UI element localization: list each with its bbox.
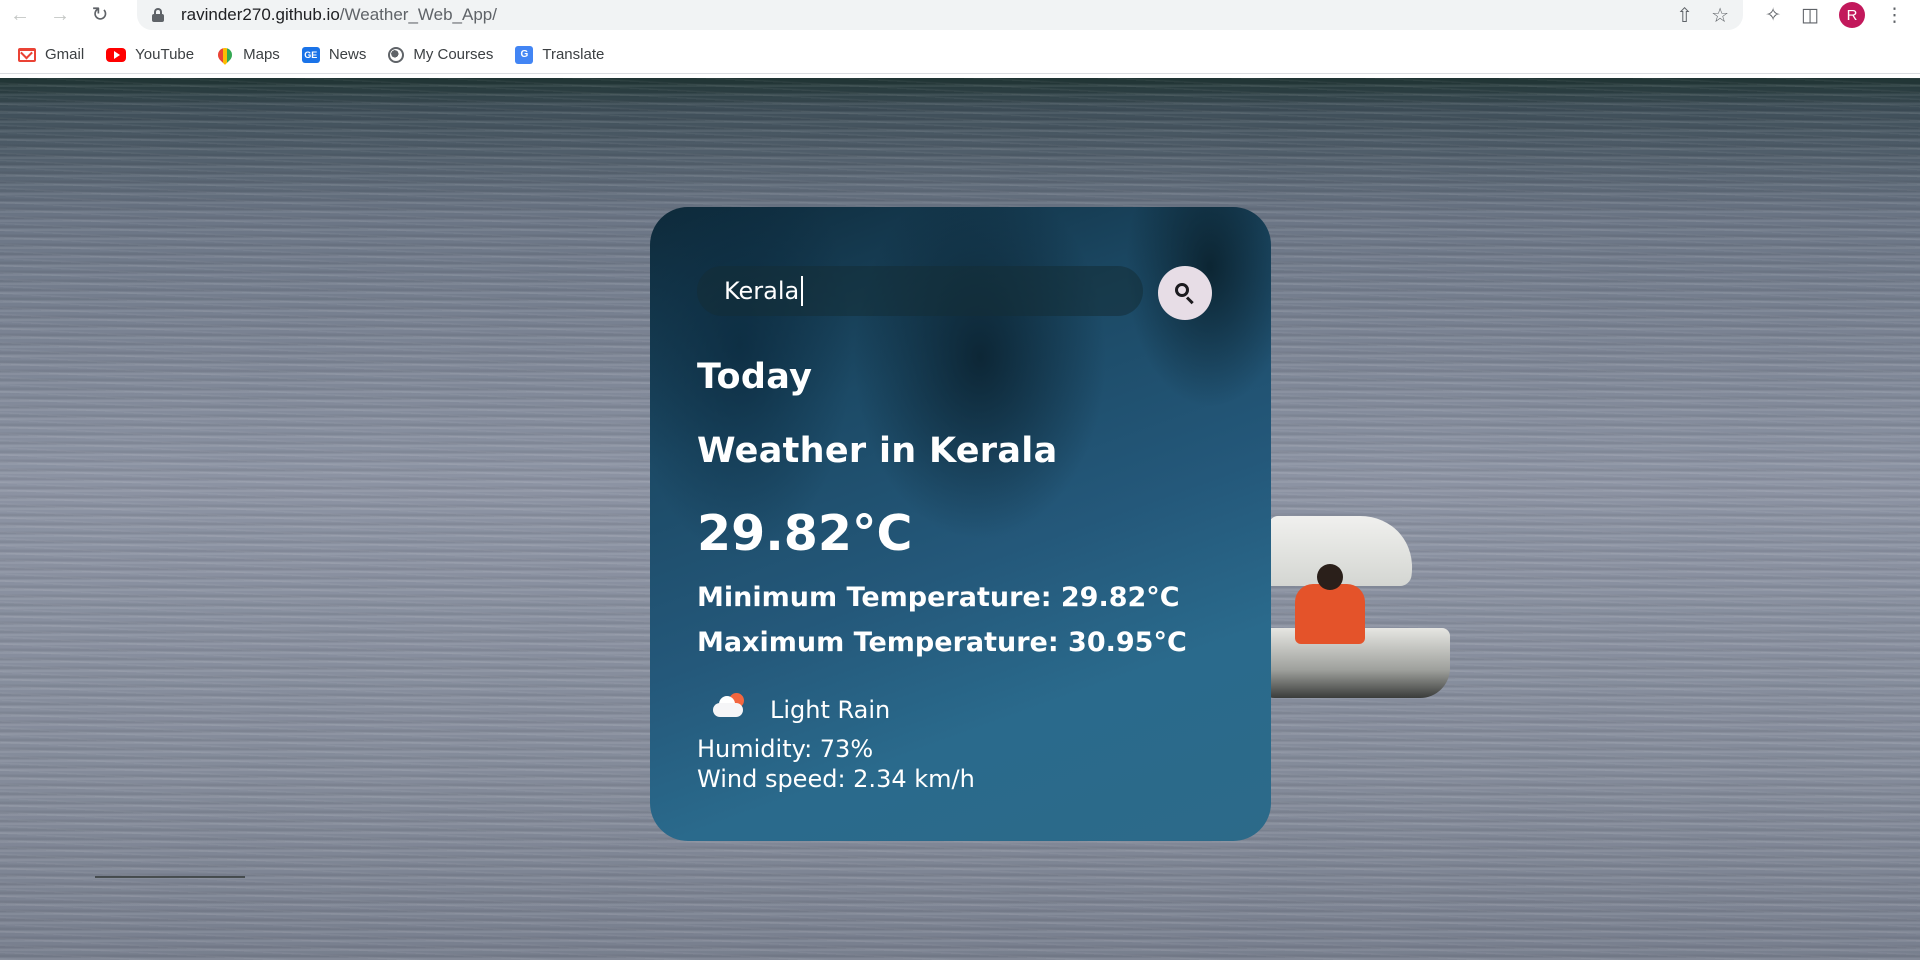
menu-icon[interactable]: ⋮ <box>1885 4 1904 27</box>
side-panel-icon[interactable]: ◫ <box>1801 4 1819 27</box>
max-temperature: Maximum Temperature: 30.95°C <box>697 627 1187 658</box>
star-icon[interactable]: ☆ <box>1711 3 1729 28</box>
bookmark-gmail[interactable]: Gmail <box>18 46 84 63</box>
today-heading: Today <box>697 357 813 397</box>
news-icon: GE <box>301 46 320 63</box>
profile-avatar[interactable]: R <box>1839 2 1865 28</box>
magnifier-icon <box>1175 283 1195 305</box>
bookmark-label: Gmail <box>45 46 85 63</box>
reeds-image <box>95 808 245 878</box>
bookmark-maps[interactable]: Maps <box>215 44 280 65</box>
min-temperature: Minimum Temperature: 29.82°C <box>697 582 1180 613</box>
bookmark-my-courses[interactable]: My Courses <box>388 46 493 63</box>
bookmark-label: Maps <box>243 46 280 63</box>
bookmark-translate[interactable]: G Translate <box>515 45 605 64</box>
cloud-sun-icon <box>709 691 749 725</box>
humidity: Humidity: 73% <box>697 735 874 763</box>
bookmark-news[interactable]: GE News <box>301 46 367 63</box>
city-heading: Weather in Kerala <box>697 431 1058 471</box>
search-bar <box>697 266 1237 320</box>
bookmark-label: My Courses <box>413 46 494 63</box>
address-bar[interactable]: ravinder270.github.io/Weather_Web_App/ ⇧… <box>137 0 1743 30</box>
reload-icon[interactable]: ↻ <box>80 0 120 30</box>
maps-icon <box>215 44 236 65</box>
url-path: /Weather_Web_App/ <box>339 5 497 24</box>
bookmark-label: Translate <box>542 46 605 63</box>
bookmark-youtube[interactable]: YouTube <box>106 46 194 63</box>
weather-description-row: Light Rain <box>697 685 1097 735</box>
share-icon[interactable]: ⇧ <box>1676 3 1693 28</box>
bookmark-label: YouTube <box>135 46 195 63</box>
back-icon[interactable]: ← <box>0 0 40 30</box>
url-text[interactable]: ravinder270.github.io/Weather_Web_App/ <box>181 5 497 25</box>
lock-icon[interactable] <box>151 7 165 23</box>
search-button[interactable] <box>1158 266 1212 320</box>
wind-speed: Wind speed: 2.34 km/h <box>697 765 975 793</box>
globe-icon <box>388 46 405 63</box>
current-temperature: 29.82°C <box>697 505 913 562</box>
weather-card: Today Weather in Kerala 29.82°C Minimum … <box>650 207 1271 841</box>
translate-icon: G <box>515 45 534 64</box>
url-host: ravinder270.github.io <box>181 5 340 24</box>
bookmark-label: News <box>328 46 367 63</box>
youtube-icon <box>106 47 127 62</box>
weather-description: Light Rain <box>770 696 891 724</box>
text-caret <box>801 276 803 306</box>
extensions-icon[interactable]: ✧ <box>1765 4 1781 27</box>
city-search-input[interactable] <box>697 266 1143 316</box>
forward-icon[interactable]: → <box>40 0 80 30</box>
browser-toolbar: ← → ↻ ravinder270.github.io/Weather_Web_… <box>0 0 1920 30</box>
bookmarks-bar: Gmail YouTube Maps GE News My Courses G … <box>0 36 1920 74</box>
gmail-icon <box>18 47 36 62</box>
